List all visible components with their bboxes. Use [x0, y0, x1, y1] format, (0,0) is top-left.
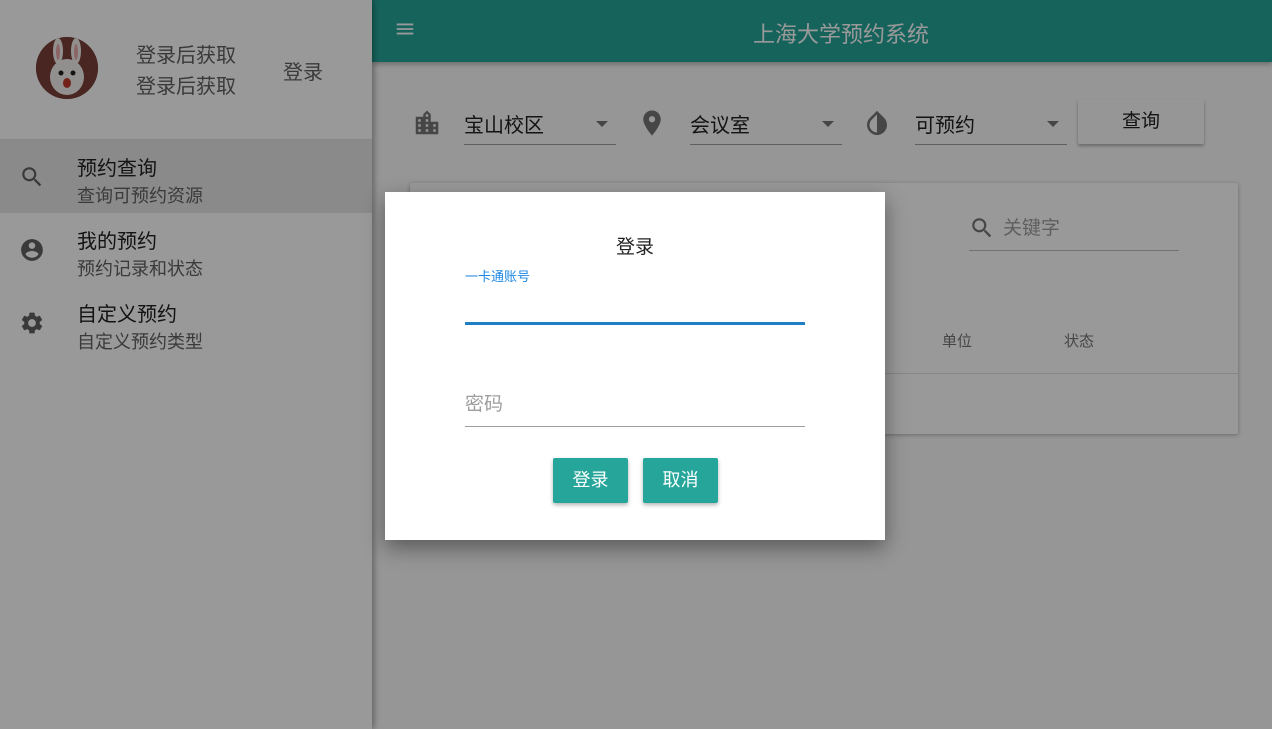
account-field-label: 一卡通账号	[465, 270, 531, 285]
password-field	[465, 384, 805, 430]
password-field-underline	[465, 426, 805, 427]
login-dialog: 登录 一卡通账号 登录 取消	[385, 192, 885, 540]
account-field: 一卡通账号	[465, 266, 805, 326]
password-input[interactable]	[465, 386, 805, 422]
account-field-underline	[465, 322, 805, 325]
account-input[interactable]	[465, 284, 805, 320]
cancel-button[interactable]: 取消	[643, 458, 718, 503]
login-button[interactable]: 登录	[553, 458, 628, 503]
dialog-title: 登录	[615, 236, 654, 258]
